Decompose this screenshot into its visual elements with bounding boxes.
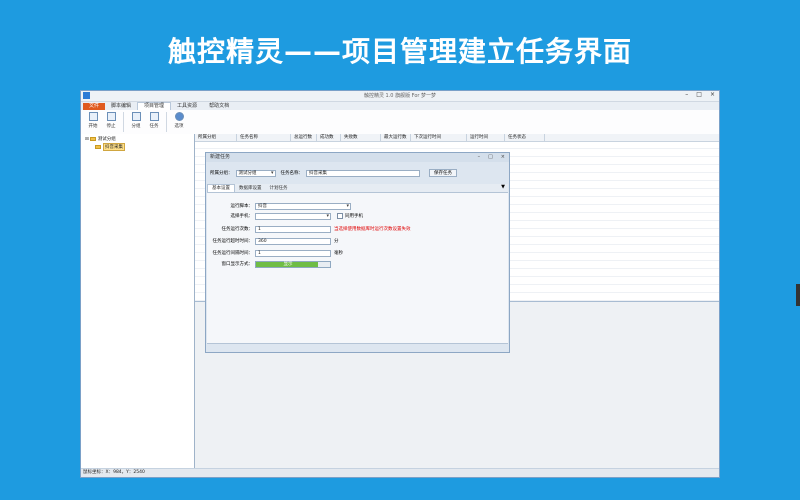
- tab-schedule[interactable]: 计划任务: [266, 185, 292, 192]
- window-row: 窗口显示方式： 显示: [207, 260, 331, 268]
- col-success[interactable]: 成功数: [317, 134, 341, 141]
- phone-row: 选择手机： 同用手机: [207, 212, 363, 220]
- save-task-button[interactable]: 保存任务: [429, 169, 457, 177]
- status-bar: 鼠标坐标：X：984，Y：2540: [81, 468, 719, 477]
- tab-database[interactable]: 数据库设置: [235, 185, 266, 192]
- menu-script-edit[interactable]: 脚本编辑: [105, 103, 137, 110]
- banner-title: 触控精灵——项目管理建立任务界面: [167, 35, 632, 68]
- window-label: 窗口显示方式：: [221, 262, 254, 267]
- runs-input[interactable]: 1: [255, 225, 331, 233]
- gap-unit: 毫秒: [334, 251, 343, 256]
- menu-file[interactable]: 文件: [83, 103, 106, 110]
- stop-icon: [106, 112, 116, 121]
- ribbon-separator: [166, 112, 167, 132]
- window-mode-text: 显示: [283, 261, 293, 267]
- dialog-title: 新建任务: [210, 154, 231, 160]
- menu-tools[interactable]: 工具资源: [171, 103, 203, 110]
- maximize-icon[interactable]: □: [696, 91, 702, 98]
- group-button[interactable]: 分组: [128, 110, 144, 134]
- col-total-runs[interactable]: 总运行数: [291, 134, 317, 141]
- gap-input[interactable]: 1: [255, 249, 331, 257]
- menu-bar: 文件 脚本编辑 项目管理 工具资源 帮助文档: [81, 102, 719, 110]
- tab-basic[interactable]: 基本设置: [207, 184, 235, 192]
- gap-label: 任务运行间隔时间：: [212, 251, 254, 256]
- script-select[interactable]: 抖音: [255, 202, 351, 210]
- col-group[interactable]: 所属分组: [195, 134, 237, 141]
- phone-select[interactable]: [255, 212, 331, 220]
- minimize-icon[interactable]: –: [685, 91, 688, 98]
- same-phone-checkbox[interactable]: [337, 213, 343, 219]
- gear-icon: [174, 112, 184, 121]
- play-icon: [88, 112, 98, 121]
- ribbon-toolbar: 开始 停止 分组 任务 选项: [81, 110, 719, 135]
- task-button[interactable]: 任务: [146, 110, 162, 134]
- script-row: 运行脚本： 抖音: [207, 202, 351, 210]
- col-run-time[interactable]: 运行时间: [467, 134, 505, 141]
- runs-hint: 当选择使用数据库时运行次数设置失效: [334, 227, 411, 232]
- chevron-down-icon[interactable]: ▼: [501, 184, 505, 190]
- basic-settings-panel: 运行脚本： 抖音 选择手机： 同用手机 任务运行次数： 1 当选择使用数据库时运…: [207, 193, 508, 344]
- menu-project[interactable]: 项目管理: [137, 102, 172, 110]
- window-mode-toggle[interactable]: 显示: [255, 260, 331, 268]
- col-next-run[interactable]: 下次运行时间: [411, 134, 467, 141]
- group-label: 所属分组：: [210, 171, 233, 176]
- gap-row: 任务运行间隔时间： 1 毫秒: [207, 249, 343, 257]
- expand-icon[interactable]: ⊟: [85, 137, 89, 142]
- col-status[interactable]: 任务状态: [505, 134, 545, 141]
- dialog-minimize-icon[interactable]: –: [478, 153, 481, 162]
- timeout-input[interactable]: 360: [255, 237, 331, 245]
- ribbon-separator: [123, 112, 124, 132]
- dialog-title-bar: 新建任务 – □ ×: [206, 153, 509, 162]
- stop-button[interactable]: 停止: [103, 110, 119, 134]
- col-fail[interactable]: 失败数: [341, 134, 381, 141]
- folder-icon: [95, 145, 101, 149]
- script-label: 运行脚本：: [230, 204, 254, 209]
- same-phone-label: 同用手机: [345, 214, 363, 219]
- title-bar: 触控精灵 1.0 旗舰版 For 梦一梦 – □ ×: [81, 91, 719, 102]
- start-button[interactable]: 开始: [85, 110, 101, 134]
- group-tree[interactable]: ⊟ 测试分组 抖音采集: [81, 134, 195, 469]
- task-name-label: 任务名称：: [280, 171, 304, 176]
- side-scroll-handle[interactable]: [796, 284, 800, 306]
- window-title: 触控精灵 1.0 旗舰版 For 梦一梦: [363, 93, 437, 99]
- new-task-dialog: 新建任务 – □ × 所属分组： 测试分组 任务名称： 抖音采集 保存任务 基本…: [205, 152, 510, 353]
- options-button[interactable]: 选项: [171, 110, 187, 134]
- col-task-name[interactable]: 任务名称: [237, 134, 291, 141]
- dialog-tabs: 基本设置 数据库设置 计划任务 ▼: [207, 184, 508, 193]
- phone-label: 选择手机：: [230, 214, 254, 219]
- timeout-label: 任务运行超时时间：: [212, 239, 254, 244]
- task-icon: [149, 112, 159, 121]
- runs-row: 任务运行次数： 1 当选择使用数据库时运行次数设置失效: [207, 225, 411, 233]
- timeout-row: 任务运行超时时间： 360 分: [207, 237, 339, 245]
- group-select[interactable]: 测试分组: [235, 169, 276, 177]
- runs-label: 任务运行次数：: [221, 227, 254, 232]
- menu-help[interactable]: 帮助文档: [203, 103, 235, 110]
- timeout-unit: 分: [334, 239, 339, 244]
- dialog-maximize-icon[interactable]: □: [488, 153, 493, 162]
- group-icon: [131, 112, 141, 121]
- task-name-input[interactable]: 抖音采集: [306, 169, 420, 177]
- tree-item-task[interactable]: 抖音采集: [95, 143, 125, 151]
- dialog-close-icon[interactable]: ×: [501, 153, 505, 162]
- tree-root[interactable]: ⊟ 测试分组: [85, 136, 116, 143]
- close-icon[interactable]: ×: [710, 91, 715, 98]
- col-max-runs[interactable]: 最大运行数: [381, 134, 411, 141]
- folder-icon: [89, 137, 96, 141]
